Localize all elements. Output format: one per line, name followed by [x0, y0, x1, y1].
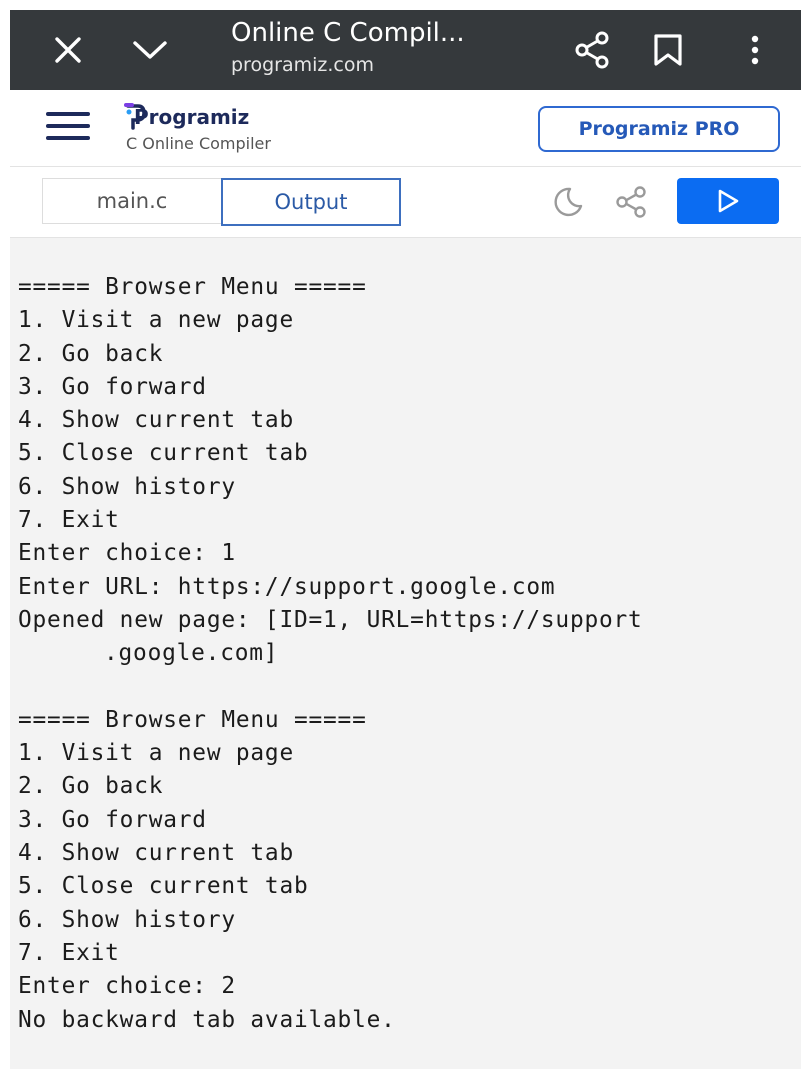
- output-line: 4. Show current tab: [18, 840, 294, 867]
- output-line: ===== Browser Menu =====: [18, 274, 367, 300]
- tab-output[interactable]: Output: [221, 178, 401, 226]
- output-line: Enter URL: https://support.google.com: [18, 573, 556, 600]
- output-line: ===== Browser Menu =====: [18, 706, 367, 733]
- output-line: 2. Go back: [18, 340, 164, 367]
- page-title: Online C Compil...: [231, 18, 465, 48]
- page-url: programiz.com: [231, 54, 374, 76]
- output-line: 5. Close current tab: [18, 440, 309, 467]
- custom-tab-bar: Online C Compil... programiz.com: [10, 10, 801, 90]
- run-button[interactable]: [677, 178, 779, 224]
- output-line: 5. Close current tab: [18, 873, 309, 900]
- programiz-pro-button[interactable]: Programiz PRO: [538, 106, 780, 152]
- tab-main-c[interactable]: main.c: [42, 178, 221, 224]
- site-subtitle: C Online Compiler: [126, 134, 271, 153]
- more-options-icon[interactable]: [740, 26, 770, 74]
- output-line: 4. Show current tab: [18, 407, 294, 434]
- output-line: No backward tab available.: [18, 1006, 396, 1033]
- output-line: 2. Go back: [18, 773, 164, 800]
- dark-mode-icon[interactable]: [550, 185, 584, 219]
- output-line: Enter choice: 2: [18, 973, 236, 1000]
- output-line: .google.com]: [104, 640, 279, 667]
- output-line: 6. Show history: [18, 473, 236, 500]
- output-line: 6. Show history: [18, 906, 236, 933]
- close-icon[interactable]: [48, 30, 88, 70]
- editor-toolbar: main.c Output: [10, 167, 801, 238]
- output-line: 3. Go forward: [18, 373, 207, 400]
- program-output: ===== Browser Menu ===== 1. Visit a new p…: [18, 271, 798, 1037]
- output-line: Enter choice: 1: [18, 540, 236, 567]
- output-line: 1. Visit a new page: [18, 307, 294, 334]
- output-line: 7. Exit: [18, 939, 120, 966]
- logo-text: Programiz: [134, 105, 250, 129]
- output-line: 7. Exit: [18, 507, 120, 534]
- screen: Online C Compil... programiz.com Program…: [10, 10, 801, 1069]
- play-icon: [718, 189, 739, 213]
- output-line: 3. Go forward: [18, 806, 207, 833]
- chevron-down-icon[interactable]: [128, 30, 172, 70]
- output-line: Opened new page: [ID=1, URL=https://supp…: [18, 606, 643, 633]
- output-line: 1. Visit a new page: [18, 740, 294, 767]
- share-code-icon[interactable]: [612, 184, 652, 220]
- share-icon[interactable]: [568, 26, 616, 74]
- menu-icon[interactable]: [46, 112, 90, 142]
- site-header: Programiz C Online Compiler Programiz PR…: [10, 90, 801, 167]
- bookmark-icon[interactable]: [646, 26, 690, 74]
